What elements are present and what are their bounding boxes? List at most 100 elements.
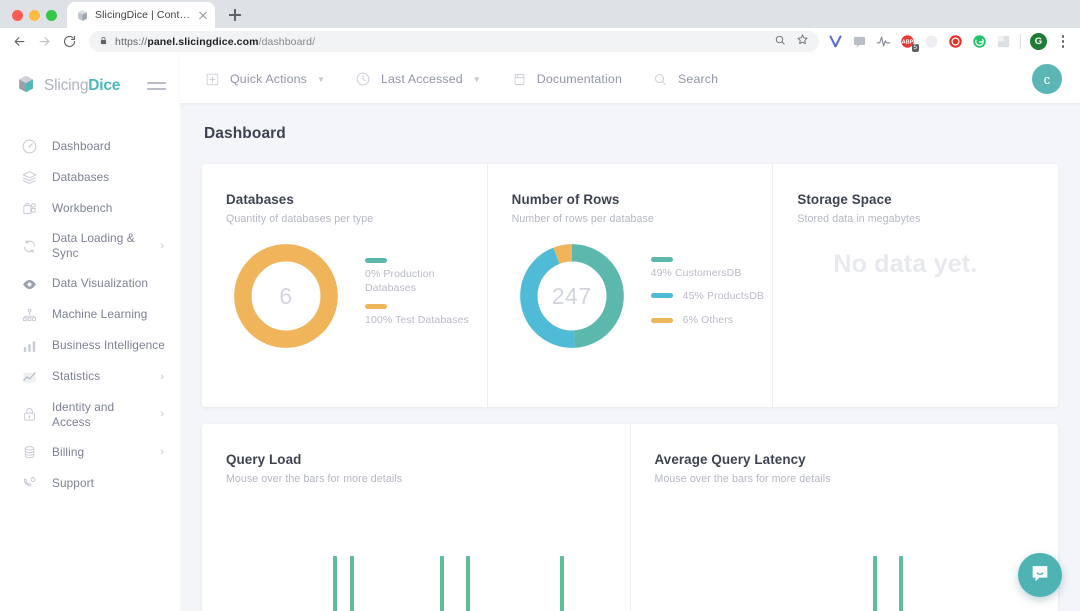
search-icon [652, 72, 669, 87]
speedometer-icon [20, 138, 39, 155]
grammarly-extension-icon[interactable] [972, 34, 987, 49]
card-subtitle: Stored data in megabytes [797, 213, 921, 225]
sidebar: SlicingDice Dashboard Databases Workbenc… [0, 55, 180, 611]
reload-icon[interactable] [58, 31, 80, 53]
user-avatar[interactable]: c [1032, 64, 1062, 94]
extensions-row[interactable]: ABP 5 G [828, 33, 1072, 52]
yandex-extension-icon[interactable] [828, 34, 843, 49]
brand-row[interactable]: SlicingDice [0, 55, 180, 117]
sidebar-item-business-intelligence[interactable]: Business Intelligence [0, 331, 180, 362]
donut-center-value: 6 [279, 282, 293, 309]
browser-toolbar: https://panel.slicingdice.com/dashboard/ [0, 28, 1080, 55]
sidebar-item-workbench[interactable]: Workbench [0, 193, 180, 224]
topbar-item-quick-actions[interactable]: Quick Actions ▼ [204, 72, 325, 87]
tab-title: SlicingDice | Control Panel [95, 9, 190, 21]
sidebar-item-label: Dashboard [52, 138, 111, 153]
rows-donut-chart[interactable]: 247 [515, 239, 629, 353]
chat-bubble-extension-icon[interactable] [852, 34, 867, 49]
latency-bars[interactable] [655, 536, 1041, 611]
sidebar-item-data-visualization[interactable]: Data Visualization [0, 269, 180, 300]
star-icon[interactable] [796, 33, 809, 51]
url-scheme: https:// [115, 35, 148, 48]
topbar-item-label: Last Accessed [380, 72, 463, 86]
sidebar-item-billing[interactable]: Billing › [0, 437, 180, 468]
back-arrow-icon[interactable] [8, 31, 30, 53]
legend-item: 0% Production Databases [365, 257, 477, 295]
adblock-extension-icon[interactable]: ABP 5 [900, 34, 919, 52]
sidebar-item-label: Billing [52, 445, 85, 460]
legend-label: 49% CustomersDB [650, 266, 742, 279]
card-storage-space: Storage Space Stored data in megabytes N… [772, 164, 1058, 407]
topbar-item-label: Search [678, 72, 719, 86]
network-nodes-icon [20, 307, 39, 324]
plus-box-icon [204, 72, 221, 87]
sidebar-item-label: Business Intelligence [52, 338, 165, 353]
legend-item: 49% CustomersDB [650, 256, 764, 280]
new-tab-button[interactable] [222, 2, 248, 28]
card-body: 6 0% Production Databases 100% Test Data… [226, 239, 487, 353]
browser-tab[interactable]: SlicingDice | Control Panel [67, 2, 215, 28]
legend-label: 100% Test Databases [365, 314, 469, 327]
donut-center-value: 247 [551, 282, 592, 309]
sidebar-nav: Dashboard Databases Workbench Data Loadi… [0, 117, 180, 499]
sidebar-item-dashboard[interactable]: Dashboard [0, 131, 180, 162]
storage-empty-state: No data yet. [833, 250, 978, 278]
card-databases: Databases Quantity of databases per type… [202, 164, 487, 407]
toolbar-divider [1020, 34, 1021, 49]
intercom-chat-icon [1029, 562, 1051, 589]
sidebar-item-identity-and-access[interactable]: Identity and Access › [0, 393, 180, 438]
card-number-of-rows: Number of Rows Number of rows per databa… [486, 164, 773, 407]
main-area: Quick Actions ▼ Last Accessed ▼ Document… [180, 55, 1080, 611]
address-bar[interactable]: https://panel.slicingdice.com/dashboard/ [89, 31, 819, 52]
sidebar-item-data-loading-sync[interactable]: Data Loading & Sync › [0, 224, 180, 269]
metrics-panel-row-2: Query Load Mouse over the bars for more … [202, 424, 1058, 611]
sidebar-item-machine-learning[interactable]: Machine Learning [0, 300, 180, 331]
zoom-icon[interactable] [774, 33, 786, 51]
legend-item: 45% ProductsDB [650, 289, 764, 303]
page-title: Dashboard [204, 125, 286, 142]
phone-support-icon [20, 475, 39, 492]
sidebar-item-support[interactable]: Support [0, 468, 180, 499]
hamburger-menu-icon[interactable] [147, 82, 166, 90]
browser-profile-avatar[interactable]: G [1030, 33, 1047, 50]
kebab-menu-icon[interactable] [1056, 35, 1070, 48]
sidebar-item-databases[interactable]: Databases [0, 162, 180, 193]
sidebar-item-label: Data Visualization [52, 276, 149, 291]
databases-donut-chart[interactable]: 6 [229, 239, 343, 353]
target-extension-icon[interactable] [948, 34, 963, 49]
card-title: Number of Rows [511, 192, 620, 207]
bar-slot[interactable] [607, 536, 611, 611]
forward-arrow-icon [33, 31, 55, 53]
sidebar-item-label: Machine Learning [52, 307, 148, 322]
waveform-extension-icon[interactable] [876, 34, 891, 49]
maximize-window-button[interactable] [46, 10, 57, 21]
minimize-window-button[interactable] [29, 10, 40, 21]
card-title: Storage Space [797, 192, 892, 207]
query-load-chart[interactable] [226, 536, 612, 611]
query-load-bars[interactable] [226, 536, 612, 611]
sidebar-item-statistics[interactable]: Statistics › [0, 362, 180, 393]
chevron-down-icon: ▼ [472, 74, 481, 84]
card-body: 247 49% CustomersDB 45% ProductsDB 6% Ot… [512, 239, 773, 353]
card-subtitle: Number of rows per database [511, 213, 654, 225]
window-traffic-lights[interactable] [10, 10, 67, 28]
close-icon[interactable] [196, 9, 209, 22]
topbar-item-search[interactable]: Search [652, 72, 718, 87]
circle-extension-icon[interactable] [924, 34, 939, 49]
card-title: Average Query Latency [654, 452, 806, 467]
topbar-item-documentation[interactable]: Documentation [511, 72, 622, 87]
intercom-launcher-button[interactable] [1018, 553, 1062, 597]
latency-chart[interactable] [655, 536, 1041, 611]
cube-icon [76, 9, 89, 22]
cube-logo-icon [16, 74, 36, 99]
topbar-item-last-accessed[interactable]: Last Accessed ▼ [355, 71, 481, 87]
square-extension-icon[interactable] [996, 34, 1011, 49]
topbar-item-label: Quick Actions [230, 72, 308, 86]
chevron-right-icon: › [160, 446, 164, 459]
close-window-button[interactable] [12, 10, 23, 21]
sidebar-item-label: Support [52, 476, 95, 491]
metrics-panel-row-1: Databases Quantity of databases per type… [202, 164, 1058, 407]
databases-legend: 0% Production Databases 100% Test Databa… [365, 257, 477, 335]
card-query-load: Query Load Mouse over the bars for more … [202, 424, 630, 611]
chevron-right-icon: › [160, 408, 164, 421]
